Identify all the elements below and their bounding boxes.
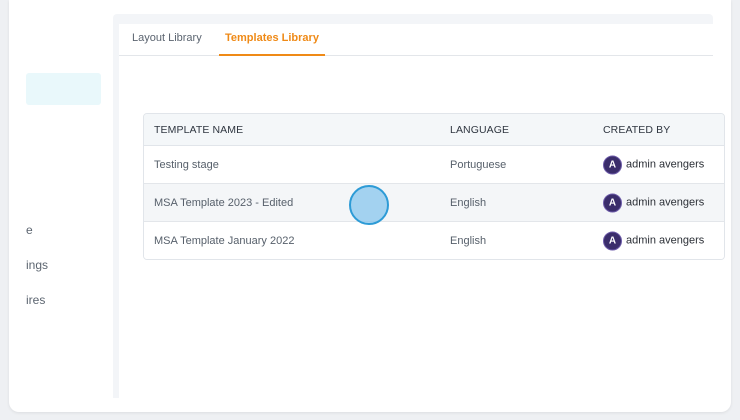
tab-layout-library[interactable]: Layout Library: [132, 32, 202, 54]
sidebar-item-3[interactable]: ires: [26, 293, 45, 307]
creator-name: admin avengers: [626, 196, 705, 209]
header-created-by[interactable]: CREATED BY: [603, 124, 670, 136]
sidebar-item-1[interactable]: e: [26, 223, 33, 237]
sidebar-active-item[interactable]: [26, 73, 101, 105]
avatar-icon: A: [603, 193, 622, 212]
table-row[interactable]: Testing stage Portuguese A admin avenger…: [144, 146, 724, 184]
avatar-icon: A: [603, 155, 622, 174]
avatar-icon: A: [603, 231, 622, 250]
tab-templates-library[interactable]: Templates Library: [219, 32, 325, 56]
header-language[interactable]: LANGUAGE: [450, 124, 509, 136]
table-row[interactable]: MSA Template 2023 - Edited English A adm…: [144, 184, 724, 222]
created-by: A admin avengers: [603, 193, 704, 212]
table-header: TEMPLATE NAME LANGUAGE CREATED BY: [144, 114, 724, 146]
templates-table: TEMPLATE NAME LANGUAGE CREATED BY Testin…: [143, 113, 725, 260]
library-panel: Layout Library Templates Library TEMPLAT…: [119, 24, 725, 398]
sidebar: e ings ires: [9, 0, 113, 412]
tab-bar: Layout Library Templates Library: [119, 24, 713, 56]
creator-name: admin avengers: [626, 158, 705, 171]
click-indicator: [349, 185, 389, 225]
template-name[interactable]: MSA Template January 2022: [154, 235, 294, 247]
template-language: English: [450, 234, 487, 247]
template-language: English: [450, 196, 487, 209]
created-by: A admin avengers: [603, 231, 704, 250]
sidebar-item-2[interactable]: ings: [26, 258, 48, 272]
created-by: A admin avengers: [603, 155, 704, 174]
template-name[interactable]: Testing stage: [154, 159, 219, 171]
table-row[interactable]: MSA Template January 2022 English A admi…: [144, 222, 724, 259]
creator-name: admin avengers: [626, 234, 705, 247]
template-name[interactable]: MSA Template 2023 - Edited: [154, 197, 293, 209]
template-language: Portuguese: [450, 158, 507, 171]
header-template-name[interactable]: TEMPLATE NAME: [154, 124, 243, 136]
